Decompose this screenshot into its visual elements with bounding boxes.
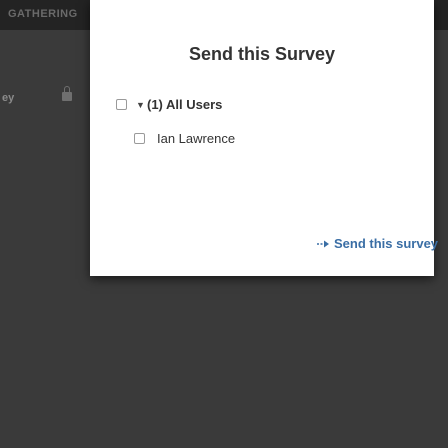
group-label: (1) All Users — [147, 97, 223, 112]
background-app-title: GATHERING — [8, 8, 78, 20]
user-name: Ian Lawrence — [157, 131, 236, 146]
lock-icon — [62, 86, 72, 101]
arrow-right-icon — [317, 240, 329, 248]
send-survey-dialog: Send this Survey ▼ (1) All Users Ian Law… — [90, 0, 438, 276]
background-side-text: ey — [2, 92, 15, 104]
dialog-title: Send this Survey — [188, 44, 336, 64]
group-checkbox[interactable] — [116, 99, 127, 110]
send-survey-label: Send this survey — [334, 236, 439, 251]
user-checkbox[interactable] — [134, 133, 145, 144]
